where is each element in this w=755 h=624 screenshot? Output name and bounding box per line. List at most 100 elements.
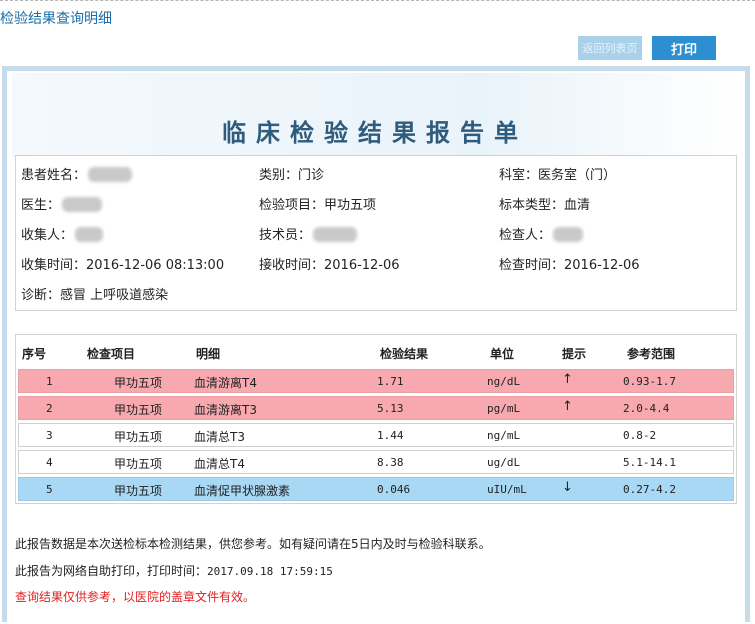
test-item-label: 检验项目： xyxy=(259,198,325,213)
cell-item: 甲功五项 xyxy=(114,484,163,498)
cell-unit: ng/mL xyxy=(487,429,521,442)
header-detail: 明细 xyxy=(196,347,221,361)
sample-type-label: 标本类型： xyxy=(499,198,565,213)
info-row: 收集时间：2016-12-06 08:13:00 接收时间：2016-12-06… xyxy=(16,254,738,274)
receive-time-label: 接收时间： xyxy=(259,258,325,273)
print-info: 此报告为网络自助打印，打印时间：2017.09.18 17:59:15 xyxy=(15,562,333,579)
table-row: 3 甲功五项 血清总T3 1.44 ng/mL 0.8-2 xyxy=(18,423,734,447)
cell-range: 0.93-1.7 xyxy=(623,375,676,388)
table-row: 5 甲功五项 血清促甲状腺激素 0.046 uIU/mL ↓ 0.27-4.2 xyxy=(18,477,734,501)
collect-time-value: 2016-12-06 08:13:00 xyxy=(86,258,225,273)
cell-unit: ug/dL xyxy=(487,456,521,469)
info-row: 收集人： 技术员： 检查人： xyxy=(16,224,738,244)
redacted-patient-name xyxy=(88,167,133,182)
cell-no: 4 xyxy=(46,456,53,469)
cell-range: 2.0-4.4 xyxy=(623,402,670,415)
cell-item: 甲功五项 xyxy=(114,403,163,417)
up-arrow-icon: ↑ xyxy=(562,372,573,387)
results-table: 序号 检查项目 明细 检验结果 单位 提示 参考范围 1 甲功五项 血清游离T4… xyxy=(15,334,737,504)
collect-time-label: 收集时间： xyxy=(21,258,87,273)
sample-type-value: 血清 xyxy=(564,198,591,213)
cell-range: 0.27-4.2 xyxy=(623,483,676,496)
redacted-doctor-name xyxy=(62,197,103,212)
cell-no: 5 xyxy=(46,483,53,496)
disclaimer: 查询结果仅供参考，以医院的盖章文件有效。 xyxy=(15,590,256,604)
back-to-list-button[interactable]: 返回列表页 xyxy=(578,36,642,60)
header-range: 参考范围 xyxy=(627,347,676,361)
cell-no: 2 xyxy=(46,402,53,415)
header-hint: 提示 xyxy=(562,347,587,361)
up-arrow-icon: ↑ xyxy=(562,399,573,414)
header-unit: 单位 xyxy=(490,347,515,361)
cell-unit: ng/dL xyxy=(487,375,521,388)
top-divider xyxy=(0,0,755,1)
cell-detail: 血清总T3 xyxy=(194,430,245,444)
category-label: 类别： xyxy=(259,168,299,183)
collector-label: 收集人： xyxy=(21,228,74,243)
redacted-examiner-name xyxy=(553,227,584,242)
print-time: 2017.09.18 17:59:15 xyxy=(207,565,333,578)
table-row: 4 甲功五项 血清总T4 8.38 ug/dL 5.1-14.1 xyxy=(18,450,734,474)
redacted-collector-name xyxy=(75,227,104,242)
exam-time-field: 检查时间：2016-12-06 xyxy=(499,254,640,273)
down-arrow-icon: ↓ xyxy=(562,480,573,495)
cell-result: 5.13 xyxy=(377,402,404,415)
cell-detail: 血清总T4 xyxy=(194,457,245,471)
collect-time-field: 收集时间：2016-12-06 08:13:00 xyxy=(21,254,224,273)
cell-unit: uIU/mL xyxy=(487,483,527,496)
cell-result: 1.44 xyxy=(377,429,404,442)
exam-time-label: 检查时间： xyxy=(499,258,565,273)
cell-result: 0.046 xyxy=(377,483,411,496)
header-no: 序号 xyxy=(22,347,47,361)
cell-no: 1 xyxy=(46,375,53,388)
department-field: 科室：医务室（门） xyxy=(499,164,616,183)
info-row: 患者姓名： 类别：门诊 科室：医务室（门） xyxy=(16,164,738,184)
examiner-label: 检查人： xyxy=(499,228,552,243)
cell-item: 甲功五项 xyxy=(114,376,163,390)
table-row: 1 甲功五项 血清游离T4 1.71 ng/dL ↑ 0.93-1.7 xyxy=(18,369,734,393)
doctor-field: 医生： xyxy=(21,194,103,213)
print-button[interactable]: 打印 xyxy=(652,36,716,60)
footer-note: 此报告数据是本次送检标本检测结果，供您参考。如有疑问请在5日内及时与检验科联系。 xyxy=(15,537,491,551)
patient-name-field: 患者姓名： xyxy=(21,164,133,183)
sample-type-field: 标本类型：血清 xyxy=(499,194,590,213)
report-frame: 临床检验结果报告单 患者姓名： 类别：门诊 科室：医务室（门） 医生： 检验项目… xyxy=(2,66,750,622)
cell-detail: 血清游离T3 xyxy=(194,403,257,417)
cell-no: 3 xyxy=(46,429,53,442)
redacted-technician-name xyxy=(313,227,358,242)
patient-info-panel: 患者姓名： 类别：门诊 科室：医务室（门） 医生： 检验项目：甲功五项 标本类型… xyxy=(15,155,737,311)
test-item-value: 甲功五项 xyxy=(324,198,377,213)
department-label: 科室： xyxy=(499,168,539,183)
header-item: 检查项目 xyxy=(87,347,136,361)
exam-time-value: 2016-12-06 xyxy=(564,258,640,273)
report-title: 临床检验结果报告单 xyxy=(222,118,528,147)
diagnosis-field: 诊断：感冒 上呼吸道感染 xyxy=(21,284,168,303)
cell-detail: 血清促甲状腺激素 xyxy=(194,484,291,498)
receive-time-value: 2016-12-06 xyxy=(324,258,400,273)
page-title: 检验结果查询明细 xyxy=(0,11,112,27)
department-value: 医务室（门） xyxy=(538,168,617,183)
header-result: 检验结果 xyxy=(380,347,429,361)
doctor-label: 医生： xyxy=(21,198,61,213)
results-table-header: 序号 检查项目 明细 检验结果 单位 提示 参考范围 xyxy=(16,335,736,369)
info-row: 医生： 检验项目：甲功五项 标本类型：血清 xyxy=(16,194,738,214)
technician-field: 技术员： xyxy=(259,224,358,243)
cell-item: 甲功五项 xyxy=(114,457,163,471)
category-value: 门诊 xyxy=(298,168,325,183)
receive-time-field: 接收时间：2016-12-06 xyxy=(259,254,400,273)
test-item-field: 检验项目：甲功五项 xyxy=(259,194,376,213)
table-row: 2 甲功五项 血清游离T3 5.13 pg/mL ↑ 2.0-4.4 xyxy=(18,396,734,420)
cell-result: 1.71 xyxy=(377,375,404,388)
info-row: 诊断：感冒 上呼吸道感染 xyxy=(16,284,738,304)
cell-range: 0.8-2 xyxy=(623,429,657,442)
examiner-field: 检查人： xyxy=(499,224,584,243)
category-field: 类别：门诊 xyxy=(259,164,324,183)
collector-field: 收集人： xyxy=(21,224,104,243)
cell-range: 5.1-14.1 xyxy=(623,456,676,469)
patient-name-label: 患者姓名： xyxy=(21,168,87,183)
cell-unit: pg/mL xyxy=(487,402,521,415)
technician-label: 技术员： xyxy=(259,228,312,243)
report-header: 临床检验结果报告单 xyxy=(12,73,738,157)
diagnosis-value: 感冒 上呼吸道感染 xyxy=(60,288,169,303)
print-info-label: 此报告为网络自助打印，打印时间： xyxy=(15,564,208,578)
